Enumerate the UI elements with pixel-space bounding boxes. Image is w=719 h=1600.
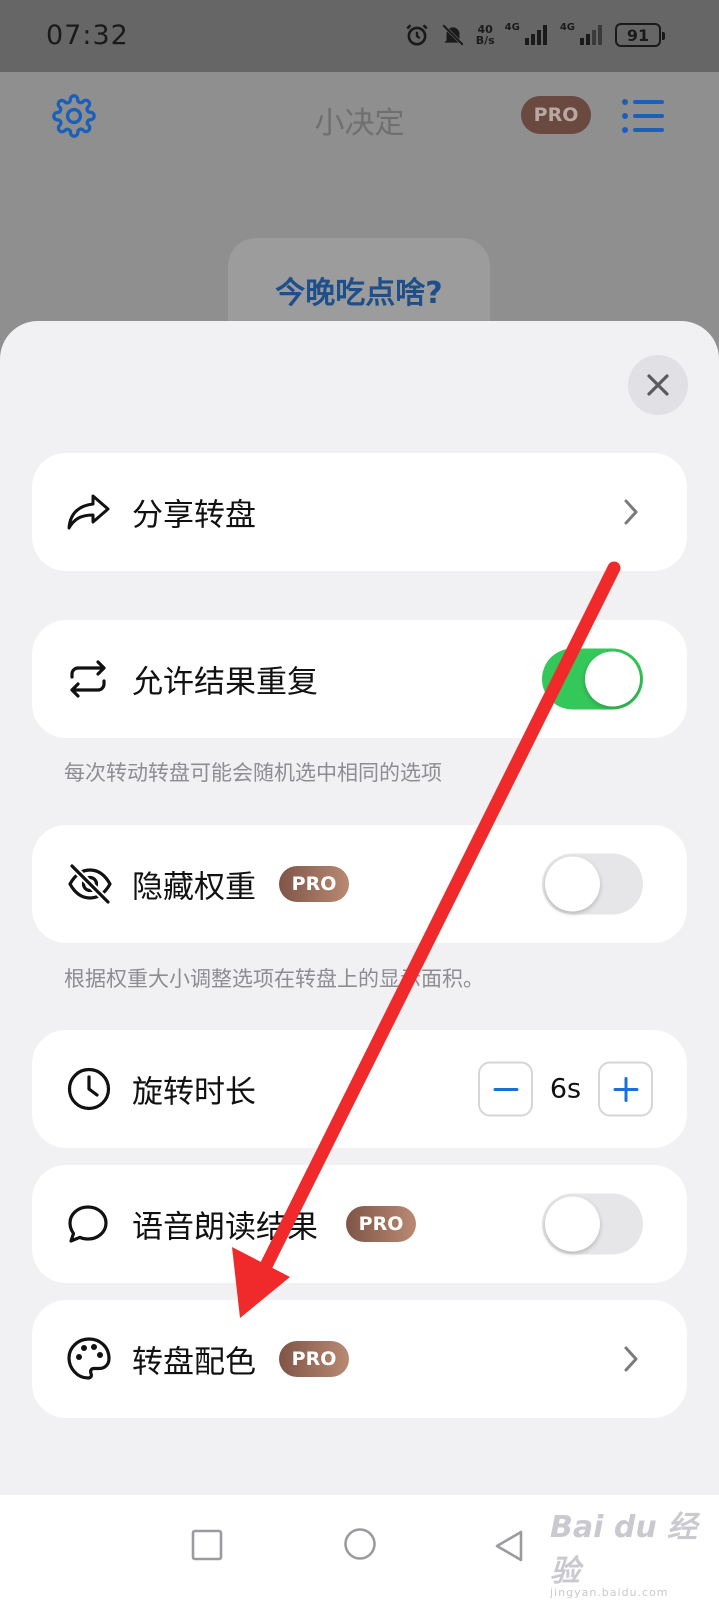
share-wheel-label: 分享转盘: [132, 497, 256, 534]
toggle-knob: [545, 1196, 600, 1252]
pro-badge: PRO: [346, 1206, 416, 1242]
hide-weight-toggle[interactable]: [542, 853, 643, 915]
battery-indicator: 91: [615, 23, 665, 47]
spin-duration-label: 旋转时长: [132, 1074, 256, 1111]
minus-icon: [493, 1087, 518, 1091]
question-text: 今晚吃点啥?: [275, 276, 443, 311]
chevron-right-icon: [624, 1346, 638, 1372]
toggle-knob: [545, 856, 600, 912]
list-menu-icon[interactable]: [622, 98, 664, 134]
spin-duration-value: 6s: [549, 1073, 582, 1105]
status-time: 07:32: [46, 20, 129, 51]
voice-read-toggle[interactable]: [542, 1193, 643, 1255]
muted-bell-icon: [441, 24, 464, 46]
spin-duration-row: 旋转时长 6s: [32, 1030, 687, 1148]
signal-1-icon: [524, 25, 547, 45]
pro-badge: PRO: [279, 1341, 349, 1377]
plus-icon: [613, 1076, 638, 1102]
spin-duration-stepper: 6s: [478, 1061, 653, 1117]
app-header: 小决定 PRO: [0, 72, 719, 162]
hide-weight-label: 隐藏权重: [132, 869, 256, 906]
home-circle-icon[interactable]: [343, 1527, 377, 1561]
hide-weight-row: 隐藏权重 PRO: [32, 825, 687, 943]
signal-1-label: 4G: [504, 21, 520, 33]
pro-badge: PRO: [279, 866, 349, 902]
signal-2-label: 4G: [559, 21, 575, 33]
repeat-icon: [70, 660, 106, 698]
eye-off-icon: [68, 863, 112, 905]
wheel-color-row[interactable]: 转盘配色 PRO: [32, 1300, 687, 1418]
voice-read-label: 语音朗读结果: [132, 1209, 318, 1246]
close-icon: [647, 374, 669, 396]
net-speed: 40 B/s: [475, 23, 495, 47]
status-bar: 07:32 40 B/s 4G 4G 91: [0, 0, 719, 72]
pro-badge-header[interactable]: PRO: [521, 96, 591, 134]
increase-button[interactable]: [598, 1061, 653, 1117]
app-title: 小决定: [314, 106, 405, 141]
close-button[interactable]: [628, 355, 688, 415]
chevron-right-icon: [624, 499, 638, 525]
palette-icon: [67, 1337, 111, 1380]
alarm-icon: [406, 24, 428, 46]
share-wheel-row[interactable]: 分享转盘: [32, 453, 687, 571]
decrease-button[interactable]: [478, 1061, 533, 1117]
clock-icon: [67, 1067, 111, 1111]
share-icon: [67, 494, 110, 530]
signal-2-icon: [580, 25, 602, 45]
hide-weight-hint: 根据权重大小调整选项在转盘上的显示面积。: [64, 967, 484, 991]
back-triangle-icon[interactable]: [493, 1529, 525, 1563]
status-icons: 40 B/s 4G 4G 91: [404, 21, 665, 48]
chat-bubble-icon: [68, 1205, 108, 1243]
toggle-knob: [585, 651, 640, 707]
allow-repeat-row: 允许结果重复: [32, 620, 687, 738]
allow-repeat-label: 允许结果重复: [132, 664, 318, 701]
allow-repeat-toggle[interactable]: [542, 648, 643, 710]
voice-read-row: 语音朗读结果 PRO: [32, 1165, 687, 1283]
recents-square-icon[interactable]: [191, 1529, 223, 1561]
wheel-color-label: 转盘配色: [132, 1344, 256, 1381]
allow-repeat-hint: 每次转动转盘可能会随机选中相同的选项: [64, 761, 442, 785]
watermark-logo: Bai du 经验 jingyan.baidu.com: [550, 1510, 698, 1599]
